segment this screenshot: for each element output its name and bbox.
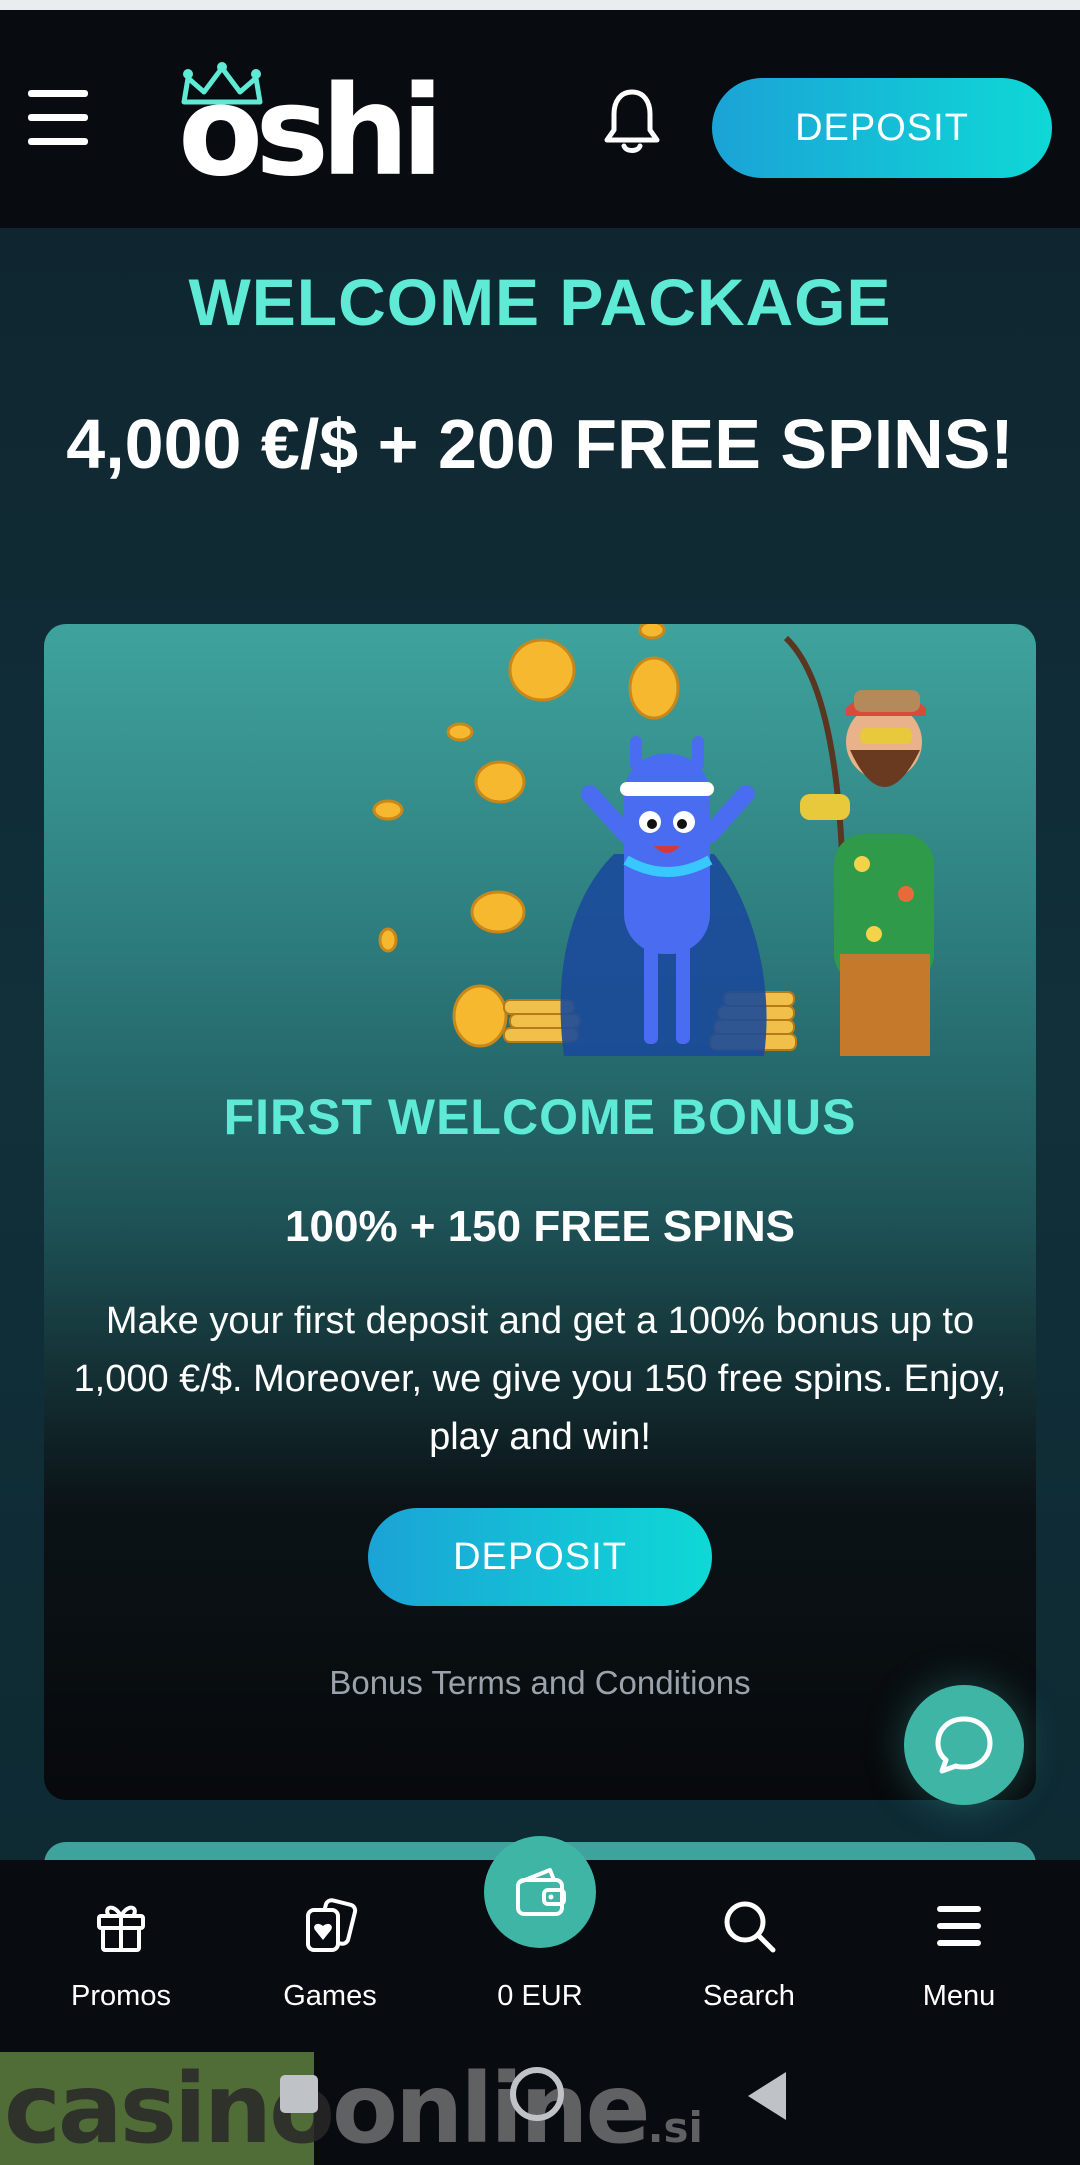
watermark-online: online [332, 2052, 651, 2165]
bottom-navigation: Promos Games 0 EUR Search Menu [0, 1836, 1080, 2050]
nav-label: Menu [922, 1980, 996, 2012]
header-deposit-button[interactable]: DEPOSIT [712, 78, 1052, 178]
chat-bubble-icon [935, 1716, 993, 1774]
bell-icon[interactable] [602, 86, 662, 156]
oshi-logo[interactable]: oshi [178, 62, 444, 194]
nav-menu[interactable]: Menu [879, 1860, 1039, 2050]
bonus-illustration [372, 624, 934, 1056]
main-content: WELCOME PACKAGE 4,000 €/$ + 200 FREE SPI… [0, 228, 1080, 1902]
casinoonline-watermark: casinoonline.si [0, 2052, 703, 2165]
package-subtitle: 4,000 €/$ + 200 FREE SPINS! [66, 405, 1014, 483]
gift-icon [97, 1905, 145, 1952]
bonus-card: FIRST WELCOME BONUS 100% + 150 FREE SPIN… [44, 624, 1036, 1800]
status-strip [0, 0, 1080, 10]
bonus-deposit-button[interactable]: DEPOSIT [368, 1508, 712, 1606]
balance-label: 0 EUR [497, 1980, 583, 2012]
nav-promos[interactable]: Promos [41, 1860, 201, 2050]
back-button[interactable] [748, 2072, 786, 2120]
page-title: WELCOME PACKAGE [188, 265, 892, 339]
bonus-terms-link[interactable]: Bonus Terms and Conditions [44, 1664, 1036, 1702]
hamburger-menu-icon[interactable] [28, 90, 88, 146]
nav-search[interactable]: Search [669, 1860, 829, 2050]
watermark-domain: .si [647, 2102, 703, 2152]
search-icon [724, 1901, 776, 1953]
nav-balance[interactable]: 0 EUR [460, 1860, 620, 2050]
menu-icon [937, 1906, 981, 1946]
bonus-description: Make your first deposit and get a 100% b… [73, 1300, 1007, 1458]
live-chat-button[interactable] [904, 1685, 1024, 1805]
recent-apps-button[interactable] [280, 2075, 318, 2113]
home-button[interactable] [510, 2067, 564, 2121]
nav-games[interactable]: Games [250, 1860, 410, 2050]
cards-icon [306, 1898, 358, 1952]
bonus-title: FIRST WELCOME BONUS [223, 1089, 857, 1145]
nav-label: Games [283, 1980, 377, 2012]
logo-wordmark: oshi [178, 60, 444, 204]
nav-label: Promos [71, 1980, 171, 2012]
top-header: oshi DEPOSIT [0, 10, 1080, 228]
bonus-headline: 100% + 150 FREE SPINS [285, 1202, 795, 1251]
nav-label: Search [703, 1980, 795, 2012]
